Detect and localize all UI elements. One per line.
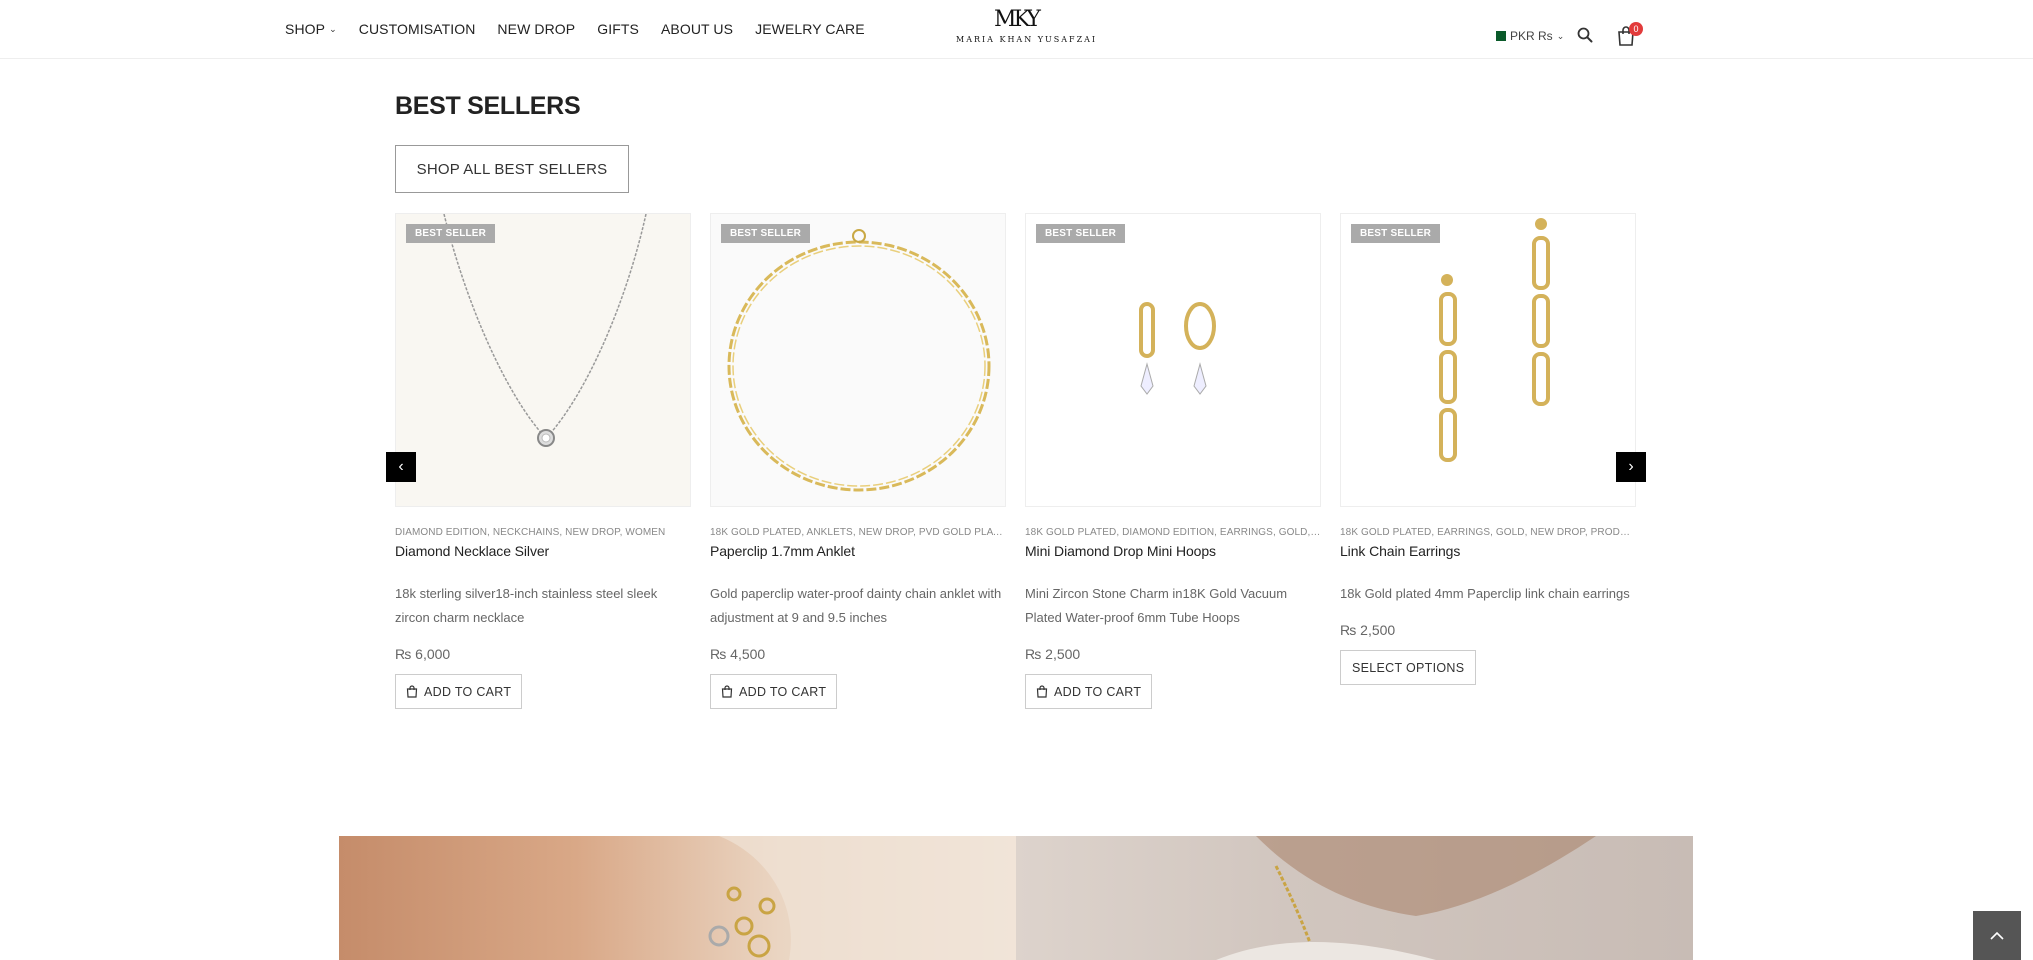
product-price: ₨ 2,500 xyxy=(1340,622,1396,638)
product-price: ₨ 4,500 xyxy=(710,646,766,662)
nav-about-us[interactable]: ABOUT US xyxy=(661,21,733,37)
product-card: BEST SELLER 18K GOLD PLATED, EARRINGS, G… xyxy=(1340,213,1636,685)
product-categories[interactable]: DIAMOND EDITION, NECKCHAINS, NEW DROP, W… xyxy=(395,527,691,538)
nav-jewelry-care[interactable]: JEWELRY CARE xyxy=(755,21,865,37)
product-description: 18k Gold plated 4mm Paperclip link chain… xyxy=(1340,586,1630,601)
product-image-anklet[interactable]: BEST SELLER xyxy=(710,213,1006,507)
logo-text: MARIA KHAN YUSAFZAI xyxy=(956,35,1098,44)
product-card: BEST SELLER 18K GOLD PLATED, DIAMOND EDI… xyxy=(1025,213,1321,709)
carousel-next-button[interactable]: › xyxy=(1616,452,1646,482)
add-to-cart-label: ADD TO CART xyxy=(1054,684,1142,699)
brand-logo[interactable]: MKY MARIA KHAN YUSAFZAI xyxy=(956,7,1098,50)
ear-earrings-image xyxy=(708,836,1016,960)
nav-customisation[interactable]: CUSTOMISATION xyxy=(359,21,476,37)
pakistan-flag-icon xyxy=(1492,31,1506,41)
banner-chain-necklace[interactable] xyxy=(1016,836,1693,960)
currency-label: PKR Rs xyxy=(1510,29,1553,43)
product-price: ₨ 6,000 xyxy=(395,646,451,662)
add-to-cart-button[interactable]: ADD TO CART xyxy=(710,674,838,709)
add-to-cart-button[interactable]: ADD TO CART xyxy=(1025,674,1153,709)
link-earrings-image xyxy=(1341,214,1635,506)
product-image-necklace[interactable]: BEST SELLER xyxy=(395,213,691,507)
product-categories[interactable]: 18K GOLD PLATED, DIAMOND EDITION, EARRIN… xyxy=(1025,527,1321,538)
product-categories[interactable]: 18K GOLD PLATED, ANKLETS, NEW DROP, PVD … xyxy=(710,527,1006,538)
bag-icon xyxy=(1036,685,1048,698)
product-name[interactable]: Paperclip 1.7mm Anklet xyxy=(710,543,1006,559)
product-image-link-earrings[interactable]: BEST SELLER xyxy=(1340,213,1636,507)
hoops-image xyxy=(1026,214,1320,506)
nav-about-us-label: ABOUT US xyxy=(660,21,734,37)
shop-all-best-sellers-button[interactable]: SHOP ALL BEST SELLERS xyxy=(395,145,629,193)
product-card: BEST SELLER 18K GOLD PLATED, ANKLETS, NE… xyxy=(710,213,1006,709)
search-icon[interactable] xyxy=(1577,27,1593,43)
select-options-button[interactable]: SELECT OPTIONS xyxy=(1340,650,1477,685)
best-seller-badge: BEST SELLER xyxy=(1351,224,1441,243)
currency-selector[interactable]: PKR Rs ⌄ xyxy=(1492,29,1564,43)
banner-ear-earrings[interactable] xyxy=(339,836,1016,960)
necklace-image xyxy=(396,214,690,506)
product-description: Gold paperclip water-proof dainty chain … xyxy=(710,586,1002,625)
carousel-prev-button[interactable]: ‹ xyxy=(386,452,416,482)
add-to-cart-button[interactable]: ADD TO CART xyxy=(395,674,523,709)
chevron-up-icon xyxy=(1990,931,2004,940)
anklet-image xyxy=(711,214,1005,506)
nav-shop[interactable]: SHOP ⌄ xyxy=(285,21,337,37)
product-name[interactable]: Diamond Necklace Silver xyxy=(395,543,691,559)
best-seller-badge: BEST SELLER xyxy=(721,224,811,243)
section-title: BEST SELLERS xyxy=(395,92,581,120)
nav-jewelry-care-label: JEWELRY CARE xyxy=(755,21,865,37)
product-name[interactable]: Link Chain Earrings xyxy=(1340,543,1636,559)
nav-customisation-label: CUSTOMISATION xyxy=(358,21,476,37)
product-price: ₨ 2,500 xyxy=(1025,646,1081,662)
nav-gifts-label: GIFTS xyxy=(597,21,639,37)
nav-new-drop-label: NEW DROP xyxy=(497,21,576,37)
site-header: SHOP ⌄ CUSTOMISATION NEW DROP GIFTS ABOU… xyxy=(0,0,2033,59)
add-to-cart-label: ADD TO CART xyxy=(739,684,827,699)
product-description: Mini Zircon Stone Charm in18K Gold Vacuu… xyxy=(1025,586,1288,625)
main-nav: SHOP ⌄ CUSTOMISATION NEW DROP GIFTS ABOU… xyxy=(285,21,887,37)
nav-gifts[interactable]: GIFTS xyxy=(597,21,639,37)
nav-shop-label: SHOP xyxy=(285,21,326,37)
back-to-top-button[interactable] xyxy=(1973,911,2021,960)
chevron-down-icon: ⌄ xyxy=(329,23,337,34)
chain-necklace-image xyxy=(1216,836,1596,960)
nav-new-drop[interactable]: NEW DROP xyxy=(497,21,575,37)
product-image-hoops[interactable]: BEST SELLER xyxy=(1025,213,1321,507)
cart-count-badge: 0 xyxy=(1629,22,1643,36)
add-to-cart-label: ADD TO CART xyxy=(424,684,512,699)
bag-icon xyxy=(721,685,733,698)
chevron-down-icon: ⌄ xyxy=(1556,30,1565,41)
product-description: 18k sterling silver18-inch stainless ste… xyxy=(395,586,658,625)
product-card: BEST SELLER DIAMOND EDITION, NECKCHAINS,… xyxy=(395,213,691,709)
product-name[interactable]: Mini Diamond Drop Mini Hoops xyxy=(1025,543,1321,559)
best-seller-badge: BEST SELLER xyxy=(406,224,496,243)
logo-mark: MKY xyxy=(994,7,1041,32)
best-seller-badge: BEST SELLER xyxy=(1036,224,1126,243)
bag-icon xyxy=(406,685,418,698)
product-categories[interactable]: 18K GOLD PLATED, EARRINGS, GOLD, NEW DRO… xyxy=(1340,527,1636,538)
